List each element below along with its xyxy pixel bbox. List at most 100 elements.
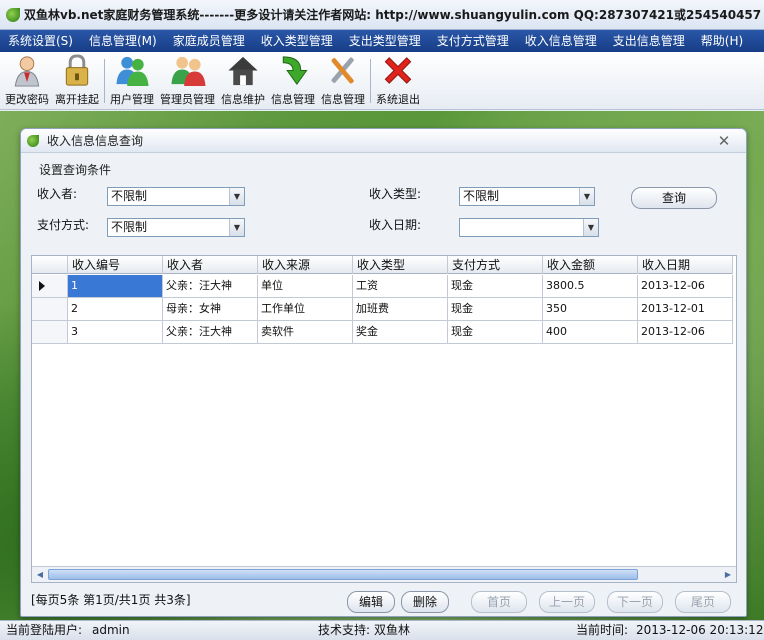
payer-combo[interactable]: 不限制 ▼ <box>107 187 245 206</box>
column-header-payer[interactable]: 收入者 <box>163 256 258 274</box>
prev-page-button[interactable]: 上一页 <box>539 591 595 613</box>
info-management-button-2[interactable]: 信息管理 <box>318 53 368 109</box>
users-icon <box>116 56 149 87</box>
menu-expense-types[interactable]: 支出类型管理 <box>341 30 429 52</box>
income-date-picker[interactable]: ▼ <box>459 218 599 237</box>
menu-family-members[interactable]: 家庭成员管理 <box>165 30 253 52</box>
cell-date[interactable]: 2013-12-06 <box>638 275 733 298</box>
menu-bar: 系统设置(S) 信息管理(M) 家庭成员管理 收入类型管理 支出类型管理 支付方… <box>0 30 764 52</box>
menu-income-types[interactable]: 收入类型管理 <box>253 30 341 52</box>
income-data-grid[interactable]: 收入编号 收入者 收入来源 收入类型 支付方式 收入金额 收入日期 1 父亲：汪… <box>31 255 737 583</box>
scroll-left-icon[interactable]: ◀ <box>33 568 47 581</box>
current-time-value: 2013-12-06 20:13:12 <box>636 623 764 637</box>
current-row-arrow-icon <box>39 281 45 291</box>
menu-income-info[interactable]: 收入信息管理 <box>517 30 605 52</box>
group-title: 设置查询条件 <box>39 163 112 177</box>
cell-id[interactable]: 1 <box>68 275 163 298</box>
cell-id[interactable]: 3 <box>68 321 163 344</box>
cell-date[interactable]: 2013-12-06 <box>638 321 733 344</box>
dialog-title: 收入信息信息查询 <box>47 134 144 148</box>
info-management-button-1[interactable]: 信息管理 <box>268 53 318 109</box>
cell-method[interactable]: 现金 <box>448 275 543 298</box>
scrollbar-thumb[interactable] <box>48 569 638 580</box>
info-maintenance-button[interactable]: 信息维护 <box>218 53 268 109</box>
user-management-button[interactable]: 用户管理 <box>107 53 157 109</box>
cell-id[interactable]: 2 <box>68 298 163 321</box>
payer-label: 收入者: <box>37 187 78 201</box>
system-exit-button[interactable]: 系统退出 <box>373 53 423 109</box>
tech-support-label: 技术支持: <box>318 623 371 637</box>
cell-type[interactable]: 工资 <box>353 275 448 298</box>
chevron-down-icon[interactable]: ▼ <box>229 188 244 205</box>
page-info: [每页5条 第1页/共1页 共3条] <box>31 593 191 607</box>
row-header[interactable] <box>32 275 68 298</box>
query-button[interactable]: 查询 <box>631 187 717 209</box>
payment-method-label: 支付方式: <box>37 218 90 232</box>
toolbar-separator <box>370 59 371 103</box>
next-page-button[interactable]: 下一页 <box>607 591 663 613</box>
cell-payer[interactable]: 父亲：汪大神 <box>163 321 258 344</box>
menu-info-management[interactable]: 信息管理(M) <box>81 30 165 52</box>
payment-method-combo[interactable]: 不限制 ▼ <box>107 218 245 237</box>
dialog-fish-icon <box>27 134 39 147</box>
window-title-bar: 双鱼林vb.net家庭财务管理系统-------更多设计请关注作者网站: htt… <box>0 0 764 30</box>
column-header-method[interactable]: 支付方式 <box>448 256 543 274</box>
app-fish-icon <box>6 7 20 22</box>
green-arrow-icon <box>282 56 308 85</box>
cell-amount[interactable]: 3800.5 <box>543 275 638 298</box>
horizontal-scrollbar[interactable]: ◀ ▶ <box>32 566 736 582</box>
toolbar-label: 信息管理 <box>321 93 365 106</box>
query-conditions-group: 设置查询条件 收入者: 不限制 ▼ 收入类型: 不限制 ▼ 查询 支付方式: 不… <box>31 159 737 249</box>
cell-date[interactable]: 2013-12-01 <box>638 298 733 321</box>
row-header[interactable] <box>32 298 68 321</box>
chevron-down-icon[interactable]: ▼ <box>579 188 594 205</box>
cell-payer[interactable]: 父亲：汪大神 <box>163 275 258 298</box>
change-password-button[interactable]: 更改密码 <box>2 53 52 109</box>
leave-suspend-button[interactable]: 离开挂起 <box>52 53 102 109</box>
cell-type[interactable]: 加班费 <box>353 298 448 321</box>
menu-expense-info[interactable]: 支出信息管理 <box>605 30 693 52</box>
grid-corner <box>32 256 68 274</box>
current-user-label: 当前登陆用户: <box>6 623 83 637</box>
chevron-down-icon[interactable]: ▼ <box>229 219 244 236</box>
menu-help[interactable]: 帮助(H) <box>693 30 751 52</box>
income-type-combo-value: 不限制 <box>463 189 500 203</box>
admins-icon <box>170 56 205 87</box>
cell-source[interactable]: 单位 <box>258 275 353 298</box>
menu-system-settings[interactable]: 系统设置(S) <box>0 30 81 52</box>
cell-source[interactable]: 工作单位 <box>258 298 353 321</box>
admin-management-button[interactable]: 管理员管理 <box>157 53 218 109</box>
column-header-amount[interactable]: 收入金额 <box>543 256 638 274</box>
income-type-label: 收入类型: <box>369 187 422 201</box>
chevron-down-icon[interactable]: ▼ <box>583 219 598 236</box>
first-page-button[interactable]: 首页 <box>471 591 527 613</box>
tech-support-value: 双鱼林 <box>374 623 411 637</box>
column-header-type[interactable]: 收入类型 <box>353 256 448 274</box>
current-time-label: 当前时间: <box>576 623 629 637</box>
income-type-combo[interactable]: 不限制 ▼ <box>459 187 595 206</box>
cell-payer[interactable]: 母亲：女神 <box>163 298 258 321</box>
cell-amount[interactable]: 350 <box>543 298 638 321</box>
close-icon[interactable]: ✕ <box>716 133 732 149</box>
column-header-id[interactable]: 收入编号 <box>68 256 163 274</box>
table-row[interactable]: 1 父亲：汪大神 单位 工资 现金 3800.5 2013-12-06 <box>32 275 733 298</box>
red-x-icon <box>384 57 412 84</box>
padlock-icon <box>65 54 89 86</box>
cell-amount[interactable]: 400 <box>543 321 638 344</box>
table-row[interactable]: 3 父亲：汪大神 卖软件 奖金 现金 400 2013-12-06 <box>32 321 733 344</box>
column-header-date[interactable]: 收入日期 <box>638 256 733 274</box>
cell-method[interactable]: 现金 <box>448 321 543 344</box>
edit-button[interactable]: 编辑 <box>347 591 395 613</box>
table-row[interactable]: 2 母亲：女神 工作单位 加班费 现金 350 2013-12-01 <box>32 298 733 321</box>
menu-payment-methods[interactable]: 支付方式管理 <box>429 30 517 52</box>
toolbar: 更改密码 离开挂起 用户管理 管理员管理 信息维护 信息管理 信息管理 系统退出 <box>0 52 764 110</box>
column-header-source[interactable]: 收入来源 <box>258 256 353 274</box>
delete-button[interactable]: 删除 <box>401 591 449 613</box>
cell-type[interactable]: 奖金 <box>353 321 448 344</box>
scroll-right-icon[interactable]: ▶ <box>721 568 735 581</box>
last-page-button[interactable]: 尾页 <box>675 591 731 613</box>
row-header[interactable] <box>32 321 68 344</box>
cell-source[interactable]: 卖软件 <box>258 321 353 344</box>
toolbar-label: 用户管理 <box>110 93 154 106</box>
cell-method[interactable]: 现金 <box>448 298 543 321</box>
